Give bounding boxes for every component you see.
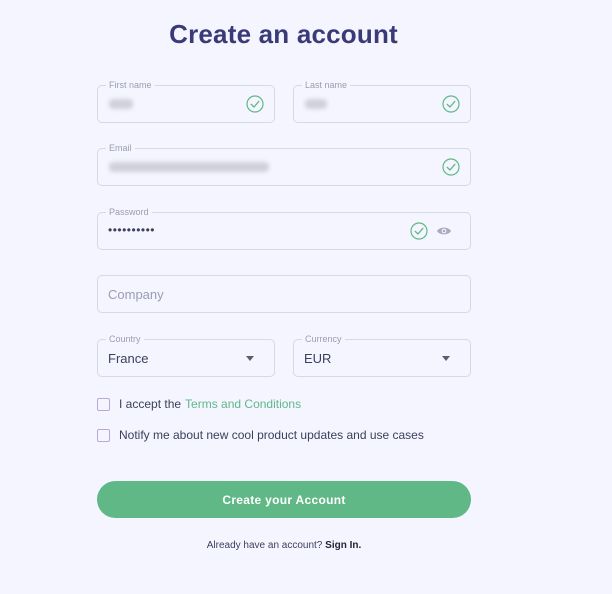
terms-checkbox[interactable] (97, 397, 110, 411)
caret-down-icon (246, 356, 254, 361)
password-label: Password (106, 206, 152, 218)
currency-label: Currency (302, 333, 345, 345)
page-title: Create an account (169, 19, 398, 49)
first-name-label: First name (106, 79, 155, 91)
last-name-field[interactable]: Last name (293, 79, 471, 123)
currency-select[interactable]: Currency EUR (293, 333, 471, 377)
password-value: •••••••••• (108, 223, 156, 237)
check-circle-icon (246, 95, 264, 113)
email-value-redacted (109, 162, 269, 172)
terms-link[interactable]: Terms and Conditions (185, 397, 301, 411)
check-circle-icon (442, 95, 460, 113)
last-name-label: Last name (302, 79, 351, 91)
sign-in-text: Already have an account? (206, 540, 323, 551)
first-name-field[interactable]: First name (97, 79, 275, 123)
caret-down-icon (442, 356, 450, 361)
create-account-button[interactable]: Create your Account (97, 481, 471, 518)
notify-checkbox-row: Notify me about new cool product updates… (97, 427, 424, 443)
country-select[interactable]: Country France (97, 333, 275, 377)
first-name-value-redacted (109, 99, 133, 109)
company-field[interactable]: Company (97, 275, 471, 313)
currency-value: EUR (304, 351, 332, 366)
sign-in-prompt: Already have an account? Sign In. (97, 540, 471, 551)
country-value: France (108, 351, 149, 366)
check-circle-icon (442, 158, 460, 176)
terms-label: I accept the (119, 397, 182, 411)
notify-checkbox[interactable] (97, 428, 110, 442)
country-label: Country (106, 333, 144, 345)
sign-in-link[interactable]: Sign In. (325, 540, 361, 551)
password-field[interactable]: Password •••••••••• (97, 206, 471, 250)
notify-label: Notify me about new cool product updates… (119, 428, 424, 442)
eye-icon[interactable] (436, 225, 452, 237)
last-name-value-redacted (305, 99, 327, 109)
email-label: Email (106, 142, 135, 154)
terms-checkbox-row: I accept the Terms and Conditions (97, 396, 301, 412)
company-placeholder: Company (108, 287, 164, 302)
check-circle-icon (410, 222, 428, 240)
email-field[interactable]: Email (97, 142, 471, 186)
